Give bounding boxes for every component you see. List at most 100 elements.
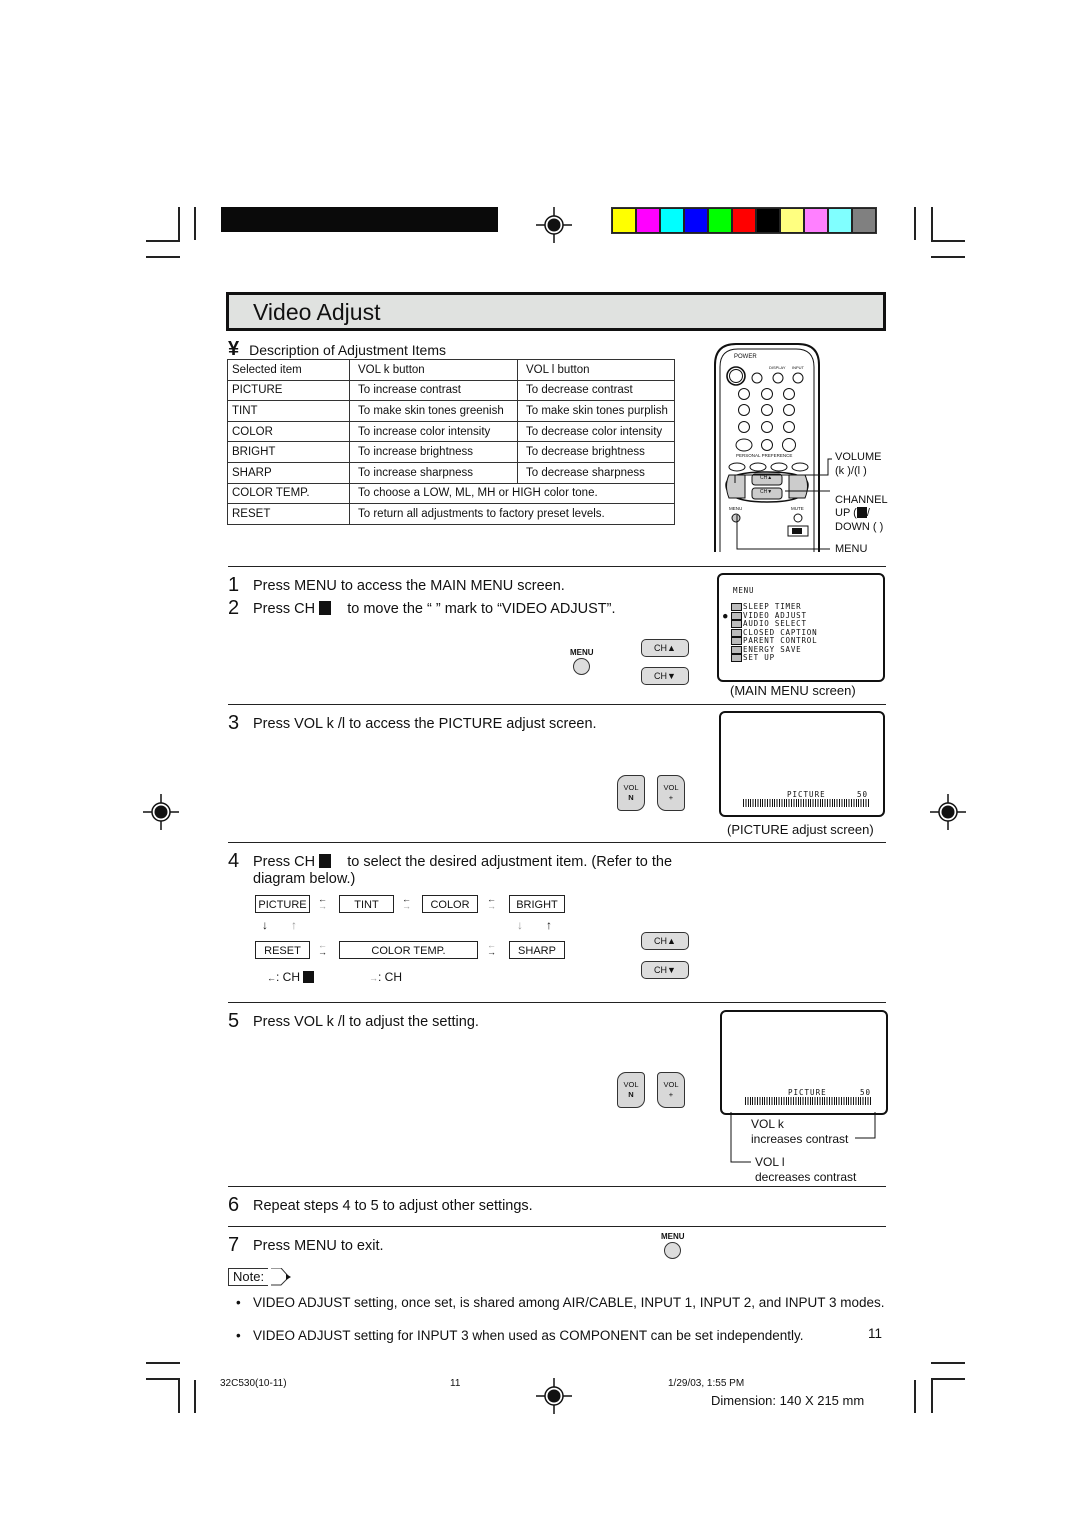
section-divider [228,1186,886,1187]
adjustment-items-table: Selected item VOL k button VOL l button … [227,359,675,525]
crop-mark [146,1362,180,1364]
step-text: Press CH to select the desired adjustmen… [253,854,672,870]
note-bullet-text: VIDEO ADJUST setting, once set, is share… [253,1295,885,1310]
bidirectional-arrow-icon: ← → [487,894,496,911]
vol-sign: + [668,793,674,802]
registration-mark-icon [930,794,966,830]
bullet-icon: • [236,1295,241,1310]
registration-mark-icon [536,1378,572,1414]
table-cell-vol-down: To decrease sharpness [517,461,675,484]
diagram-item-sharp: SHARP [509,941,565,959]
table-cell-vol-down: To decrease brightness [517,441,675,463]
picture-adjust-caption: (PICTURE adjust screen) [727,822,874,837]
table-cell-vol-up: To increase brightness [349,441,518,463]
bullet-icon: • [236,1328,241,1343]
diagram-item-picture: PICTURE [255,895,310,913]
vol-up-button[interactable]: VOL + [657,1072,685,1108]
remote-callout-channel-down: DOWN ( ) [835,521,884,533]
square-glyph-icon [856,507,867,518]
crop-mark [931,1378,965,1380]
footer-file-name: 32C530(10-11) [220,1378,287,1389]
vol-up-button[interactable]: VOL + [657,775,685,811]
table-row: TINT To make skin tones greenish To make… [227,400,675,422]
crop-mark [194,1380,196,1413]
diagram-legend-right: →: CH [369,970,402,984]
menu-button-circle-icon [664,1242,682,1259]
diagram-item-tint: TINT [339,895,394,913]
up-arrow-icon: ↑ [291,918,297,932]
table-cell-vol-up: To increase contrast [349,379,518,402]
picture-value: 50 [860,1088,872,1097]
ch-up-button[interactable]: CH▲ [641,639,689,657]
vol-down-button[interactable]: VOL N [617,1072,645,1108]
step-number: 4 [228,850,240,872]
remote-input-label: INPUT [792,365,804,370]
crop-mark [914,1380,916,1413]
picture-level-bar [743,799,869,807]
footer-page: 11 [450,1378,461,1389]
color-swatch [709,209,731,232]
section-divider [228,566,886,567]
diagram-item-reset: RESET [255,941,310,959]
menu-item-icon [731,611,742,620]
table-header-cell: VOL k button [349,359,518,381]
table-cell-description: To return all adjustments to factory pre… [349,503,675,525]
color-swatch [637,209,659,232]
black-calibration-bar [221,207,498,232]
color-swatch [685,209,707,232]
remote-callout-lines [734,458,832,550]
selection-dot-icon: ● [723,610,729,620]
step-number: 3 [228,712,240,734]
vol-label: VOL [623,1080,639,1089]
vol-down-button[interactable]: VOL N [617,775,645,811]
ch-down-button[interactable]: CH▼ [641,961,689,979]
table-row: BRIGHT To increase brightness To decreas… [227,441,675,463]
table-cell-vol-down: To decrease contrast [517,379,675,402]
square-glyph-icon [319,854,332,868]
picture-adjust-screen: PICTURE 50 [720,1010,888,1115]
page-number: 11 [868,1326,883,1341]
table-header-row: Selected item VOL k button VOL l button [227,359,675,381]
picture-label: PICTURE [787,790,826,799]
square-glyph-icon [303,971,315,983]
ch-up-button[interactable]: CH▲ [641,932,689,950]
remote-callout-menu: MENU [835,543,868,555]
vol-up-description: increases contrast [751,1132,849,1146]
step-text-part: to select the desired adjustment item. (… [347,854,673,870]
step-text: Press VOL k /l to access the PICTURE adj… [253,716,597,732]
menu-button[interactable]: MENU [570,648,594,675]
bidirectional-arrow-icon: ← → [402,894,411,911]
crop-mark [178,1378,180,1413]
bidirectional-arrow-icon: ← → [487,940,496,957]
crop-mark [931,256,965,258]
table-row: RESET To return all adjustments to facto… [227,503,675,525]
crop-mark [146,256,180,258]
table-header-cell: Selected item [227,359,350,381]
page-title: Video Adjust [253,299,381,325]
step-number: 2 [228,597,240,619]
up-arrow-icon: ↑ [546,918,552,932]
step-text-part: to move the “ ” mark to “VIDEO ADJUST”. [347,601,616,617]
crop-mark [146,1378,180,1380]
step-text: Press MENU to access the MAIN MENU scree… [253,578,565,594]
step-text-continued: diagram below.) [253,871,356,887]
diagram-item-color-temp: COLOR TEMP. [339,941,478,959]
table-cell-description: To choose a LOW, ML, MH or HIGH color to… [349,482,675,505]
note-arrow-icon [271,1268,291,1286]
menu-button[interactable]: MENU [661,1232,685,1259]
crop-mark [931,1378,933,1413]
ch-down-button[interactable]: CH▼ [641,667,689,685]
table-cell-item: TINT [227,400,350,422]
picture-adjust-screen: PICTURE 50 [719,711,885,817]
crop-mark [194,207,196,240]
table-cell-vol-up: To make skin tones greenish [349,400,518,422]
crop-mark [178,207,180,242]
vol-up-label: VOL k [751,1117,784,1131]
channel-up-end-text: / [866,507,870,519]
table-cell-vol-up: To increase sharpness [349,461,518,484]
menu-item-icon [731,654,742,662]
step-text-part: Press CH [253,854,316,870]
footer-dimension: Dimension: 140 X 215 mm [711,1393,865,1408]
crop-mark [146,240,180,242]
step-text: Repeat steps 4 to 5 to adjust other sett… [253,1198,533,1214]
